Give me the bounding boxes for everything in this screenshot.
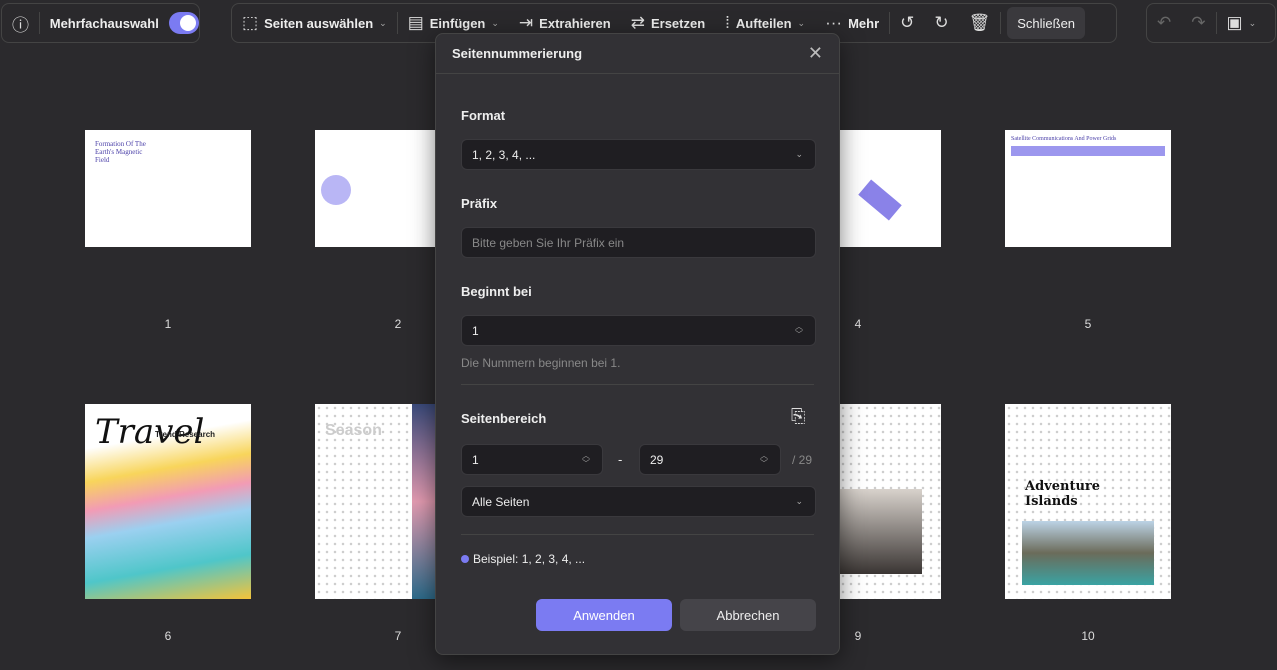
page-title: Satellite Communications And Power Grids [1011, 136, 1117, 142]
split-label: Aufteilen [735, 15, 792, 31]
diagram-image [321, 175, 351, 205]
format-value: 1, 2, 3, 4, ... [472, 147, 536, 162]
multi-select-toggle[interactable] [168, 12, 199, 34]
range-from-value: 1 [472, 452, 479, 467]
rotate-right-button[interactable]: ↻ [924, 4, 958, 42]
range-select[interactable]: Alle Seiten ⌄ [461, 486, 816, 517]
rotate-right-icon: ↻ [934, 13, 949, 32]
range-from-input[interactable]: 1 ︿ ﹀ [461, 444, 603, 475]
help-button[interactable]: ⓘ [2, 4, 39, 42]
island-image [1022, 521, 1154, 585]
save-button[interactable]: ▣ ⌄ [1217, 4, 1267, 42]
page-thumbnail-1[interactable]: Formation Of The Earth's Magnetic Field [85, 130, 251, 247]
divider [461, 534, 814, 535]
example-text: Beispiel: 1, 2, 3, 4, ... [461, 552, 585, 566]
delete-button[interactable]: 🗑 [959, 4, 1001, 42]
multi-select-label: Mehrfachauswahl [49, 15, 159, 31]
rotate-left-button[interactable]: ↺ [890, 4, 924, 42]
range-select-value: Alle Seiten [472, 494, 530, 509]
chevron-down-icon: ⌄ [795, 496, 803, 506]
save-icon: ▣ [1226, 13, 1243, 32]
page-thumbnail-10[interactable]: Adventure Islands [1005, 404, 1171, 599]
left-toolbar: ⓘ Mehrfachauswahl [1, 3, 200, 43]
spinner-icon[interactable]: ︿ ﹀ [760, 451, 768, 468]
chevron-down-icon: ⌄ [795, 149, 803, 159]
extract-label: Extrahieren [539, 15, 611, 31]
page-number: 1 [164, 317, 172, 331]
prefix-placeholder: Bitte geben Sie Ihr Präfix ein [472, 235, 625, 250]
page-number: 6 [164, 629, 172, 643]
format-label: Format [461, 108, 506, 123]
prefix-label: Präfix [461, 196, 498, 211]
page-range-icon[interactable]: ⎘ [791, 406, 805, 427]
select-pages-label: Seiten auswählen [264, 15, 374, 31]
insert-label: Einfügen [429, 15, 486, 31]
page-number: 10 [1081, 629, 1095, 643]
replace-label: Ersetzen [650, 15, 706, 31]
redo-button[interactable]: ↷ [1181, 4, 1215, 42]
range-label: Seitenbereich [461, 411, 547, 426]
redo-icon: ↷ [1191, 13, 1206, 32]
page-subtitle: Trend Research [155, 430, 216, 439]
cursor-select-icon: ⬚ [242, 13, 259, 32]
page-thumbnail-5[interactable]: Satellite Communications And Power Grids [1005, 130, 1171, 247]
close-icon[interactable]: ✕ [808, 43, 823, 64]
bullet-icon [461, 555, 469, 563]
more-label: Mehr [848, 15, 880, 31]
cancel-button[interactable]: Abbrechen [680, 599, 816, 631]
divider [461, 384, 814, 385]
table-header [1011, 146, 1165, 156]
chevron-down-icon: ⌄ [797, 17, 806, 28]
prefix-input[interactable]: Bitte geben Sie Ihr Präfix ein [461, 227, 816, 258]
spinner-icon[interactable]: ︿ ﹀ [795, 322, 803, 339]
start-value: 1 [472, 323, 479, 338]
range-to-value: 29 [650, 452, 664, 467]
format-select[interactable]: 1, 2, 3, 4, ... ⌄ [461, 139, 816, 170]
spinner-icon[interactable]: ︿ ﹀ [582, 451, 590, 468]
start-hint: Die Nummern beginnen bei 1. [461, 356, 621, 370]
start-input[interactable]: 1 ︿ ﹀ [461, 315, 816, 346]
more-icon: ··· [825, 13, 843, 32]
chevron-down-icon: ⌄ [1248, 17, 1257, 28]
select-pages-button[interactable]: ⬚ Seiten auswählen ⌄ [232, 4, 397, 42]
start-label: Beginnt bei [461, 284, 532, 299]
range-dash: - [618, 452, 623, 467]
split-icon: ⁞ [725, 13, 730, 32]
divider [1000, 12, 1002, 34]
undo-button[interactable]: ↶ [1147, 4, 1181, 42]
extract-icon: ⇥ [518, 13, 534, 32]
chevron-down-icon: ⌄ [379, 17, 387, 28]
apply-button[interactable]: Anwenden [536, 599, 672, 631]
range-total: / 29 [792, 453, 813, 467]
rock-image [840, 489, 922, 574]
example-value: Beispiel: 1, 2, 3, 4, ... [473, 552, 586, 566]
history-toolbar: ↶ ↷ ▣ ⌄ [1146, 3, 1276, 43]
page-title: Formation Of The Earth's Magnetic Field [95, 140, 146, 164]
page-number: 5 [1084, 317, 1092, 331]
undo-icon: ↶ [1157, 13, 1172, 32]
page-title: Adventure Islands [1025, 479, 1101, 509]
insert-icon: ▤ [407, 13, 424, 32]
trash-icon: 🗑 [968, 13, 991, 32]
rotate-left-icon: ↺ [900, 13, 915, 32]
page-numbering-dialog: Seitennummerierung ✕ Format 1, 2, 3, 4, .… [435, 33, 840, 655]
close-button[interactable]: Schließen [1007, 7, 1086, 39]
chevron-down-icon: ⌄ [491, 17, 499, 28]
satellite-image [858, 179, 902, 221]
dialog-title: Seitennummerierung [452, 46, 583, 61]
help-icon: ⓘ [12, 15, 29, 35]
page-thumbnail-6[interactable]: Travel Trend Research [85, 404, 251, 599]
replace-icon: ⇄ [630, 13, 645, 32]
range-to-input[interactable]: 29 ︿ ﹀ [639, 444, 781, 475]
